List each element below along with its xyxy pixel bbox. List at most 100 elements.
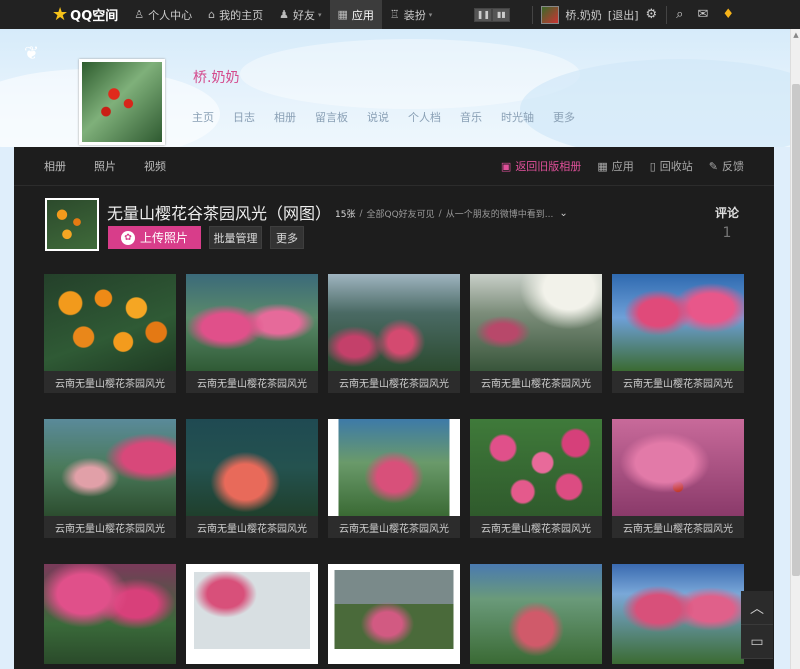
page-scrollbar[interactable]: ▲: [790, 29, 800, 669]
profile-nav-status[interactable]: 说说: [367, 109, 389, 125]
album-cover[interactable]: [45, 198, 99, 251]
profile-nav-timeline[interactable]: 时光轴: [501, 109, 534, 125]
profile-nav-profile[interactable]: 个人档: [408, 109, 441, 125]
photo-card[interactable]: 云南无量山樱花茶园风光: [328, 419, 460, 538]
photo-thumbnail[interactable]: [328, 274, 460, 371]
feedback-link[interactable]: ✎ 反馈: [709, 158, 744, 174]
back-to-top-button[interactable]: ︿: [741, 591, 773, 625]
logout-link[interactable]: [退出]: [608, 7, 639, 23]
photo-card[interactable]: 云南无量山樱花茶园风光: [470, 419, 602, 538]
diamond-icon[interactable]: ♦: [722, 7, 734, 22]
nav-label: 装扮: [403, 8, 426, 22]
photo-card[interactable]: 云南无量山樱花茶园风光: [44, 274, 176, 393]
photo-caption: 云南无量山樱花茶园风光: [328, 516, 460, 538]
photo-card[interactable]: 云南无量山樱花茶园风光: [612, 419, 744, 538]
comments-count: 1: [722, 225, 732, 241]
profile-nav-more[interactable]: 更多: [553, 109, 575, 125]
photo-card[interactable]: [44, 564, 176, 664]
photo-card[interactable]: [612, 564, 744, 664]
profile-avatar[interactable]: [79, 59, 165, 145]
photo-card[interactable]: 云南无量山樱花茶园风光: [186, 274, 318, 393]
batch-manage-button[interactable]: 批量管理: [209, 226, 262, 249]
tab-photos[interactable]: 照片: [94, 158, 116, 174]
qzone-logo[interactable]: ★ QQ空间: [52, 4, 118, 25]
album-visibility[interactable]: 全部QQ好友可见: [367, 207, 435, 220]
photo-thumbnail[interactable]: [44, 564, 176, 664]
photo-card[interactable]: [328, 564, 460, 664]
user-name[interactable]: 桥.奶奶: [565, 7, 602, 23]
photo-thumbnail[interactable]: [612, 419, 744, 516]
more-button[interactable]: 更多: [270, 226, 304, 249]
profile-nav-album[interactable]: 相册: [274, 109, 296, 125]
tab-albums[interactable]: 相册: [44, 158, 66, 174]
photo-caption: 云南无量山樱花茶园风光: [470, 371, 602, 393]
photo-thumbnail[interactable]: [470, 274, 602, 371]
photo-card[interactable]: [186, 564, 318, 664]
upload-label: 上传照片: [139, 231, 188, 245]
photo-card[interactable]: [470, 564, 602, 664]
back-to-old-album-link[interactable]: ▣ 返回旧版相册: [501, 158, 581, 174]
photo-thumbnail[interactable]: [470, 564, 602, 664]
avatar[interactable]: [541, 5, 560, 24]
feedback-float-button[interactable]: ▭: [741, 625, 773, 659]
search-icon[interactable]: ⌕: [676, 7, 683, 22]
photo-card[interactable]: 云南无量山樱花茶园风光: [470, 274, 602, 393]
nav-dress-up[interactable]: ♖ 装扮 ▾: [382, 0, 440, 29]
photo-thumbnail[interactable]: [328, 419, 460, 516]
divider: [14, 185, 774, 186]
scrollbar-thumb[interactable]: [792, 84, 800, 576]
nav-personal-center[interactable]: ♙ 个人中心: [126, 0, 200, 29]
top-bar-right: ❚❚ ▮▮ 桥.奶奶 [退出] ⚙ ⌕ ✉ ♦: [474, 0, 800, 29]
scroll-up-arrow-icon[interactable]: ▲: [792, 31, 800, 41]
photo-card[interactable]: 云南无量山樱花茶园风光: [44, 419, 176, 538]
apps-link[interactable]: ▦ 应用: [597, 158, 633, 174]
chevron-up-icon: ︿: [750, 600, 764, 617]
gear-icon[interactable]: ⚙: [646, 7, 658, 22]
profile-nav-music[interactable]: 音乐: [460, 109, 482, 125]
photo-thumbnail[interactable]: [328, 564, 460, 664]
album-subnav: 相册 照片 视频 ▣ 返回旧版相册 ▦ 应用 ▯ 回收站 ✎ 反馈: [14, 147, 774, 185]
photo-thumbnail[interactable]: [186, 274, 318, 371]
chevron-down-icon: ▾: [428, 10, 433, 19]
friends-icon: ♟: [279, 8, 289, 21]
album-panel: 相册 照片 视频 ▣ 返回旧版相册 ▦ 应用 ▯ 回收站 ✎ 反馈 无量山樱花谷…: [14, 147, 774, 669]
photo-card[interactable]: 云南无量山樱花茶园风光: [186, 419, 318, 538]
view-toggle[interactable]: ❚❚ ▮▮: [474, 7, 511, 22]
recycle-bin-link[interactable]: ▯ 回收站: [650, 158, 693, 174]
subnav-actions: ▣ 返回旧版相册 ▦ 应用 ▯ 回收站 ✎ 反馈: [485, 147, 744, 185]
photo-thumbnail[interactable]: [186, 564, 318, 664]
photo-thumbnail[interactable]: [612, 564, 744, 664]
upload-photo-button[interactable]: ✿ 上传照片: [108, 226, 201, 249]
photo-thumbnail[interactable]: [44, 419, 176, 516]
upload-icon: ✿: [120, 230, 135, 245]
trash-icon: ▯: [649, 159, 656, 173]
apps-grid-icon: ▦: [597, 159, 608, 173]
shirt-icon: ♖: [389, 8, 400, 21]
mail-icon[interactable]: ✉: [697, 7, 708, 22]
photo-caption: 云南无量山樱花茶园风光: [328, 371, 460, 393]
nav-my-homepage[interactable]: ⌂ 我的主页: [200, 0, 271, 29]
profile-nav-blog[interactable]: 日志: [233, 109, 255, 125]
nav-apps[interactable]: ▦ 应用: [329, 0, 382, 29]
star-logo-icon: ★: [52, 4, 69, 25]
photo-thumbnail[interactable]: [186, 419, 318, 516]
photo-card[interactable]: 云南无量山樱花茶园风光: [328, 274, 460, 393]
tab-videos[interactable]: 视频: [144, 158, 166, 174]
pause-icon[interactable]: ❚❚: [474, 7, 493, 22]
photo-card[interactable]: 云南无量山樱花茶园风光: [612, 274, 744, 393]
photo-thumbnail[interactable]: [470, 419, 602, 516]
nav-label: 个人中心: [148, 8, 193, 22]
photo-thumbnail[interactable]: [44, 274, 176, 371]
bars-icon[interactable]: ▮▮: [492, 7, 511, 22]
photo-caption: 云南无量山樱花茶园风光: [612, 371, 744, 393]
profile-nav-message-board[interactable]: 留言板: [315, 109, 348, 125]
chevron-down-icon[interactable]: ⌄: [559, 208, 567, 219]
comments-block[interactable]: 评论 1: [714, 204, 740, 241]
nav-friends[interactable]: ♟ 好友 ▾: [271, 0, 329, 29]
profile-nav-home[interactable]: 主页: [192, 109, 214, 125]
profile-name[interactable]: 桥.奶奶: [193, 67, 239, 87]
nav-label: 好友: [292, 8, 315, 22]
photo-thumbnail[interactable]: [612, 274, 744, 371]
divider: [532, 5, 534, 24]
nav-label: 应用: [351, 8, 374, 22]
